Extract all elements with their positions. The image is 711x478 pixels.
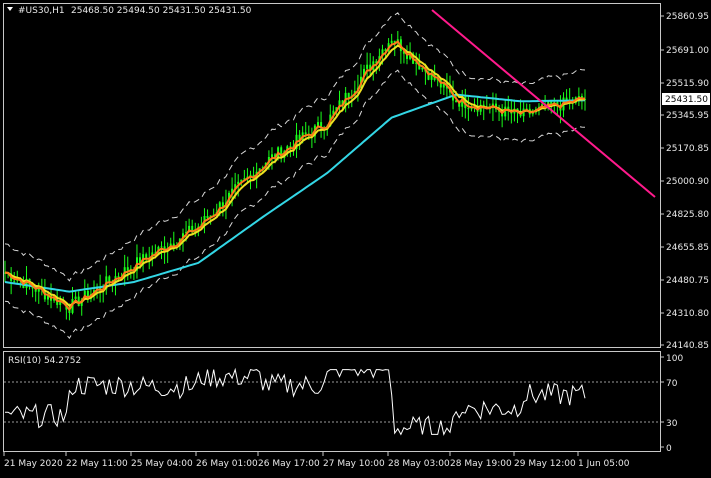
fast-ma-line [4, 40, 586, 312]
candle-body [160, 246, 163, 248]
envelope-bands [4, 12, 586, 340]
svg-text:26 May 17:00: 26 May 17:00 [258, 459, 320, 469]
svg-text:24825.80: 24825.80 [666, 210, 709, 220]
candle-body [74, 296, 77, 299]
svg-text:24655.85: 24655.85 [666, 243, 709, 253]
main-plot-frame [3, 3, 661, 348]
candle-body [470, 108, 473, 110]
candle-body [390, 40, 393, 44]
svg-text:29 May 12:00: 29 May 12:00 [514, 459, 576, 469]
rsi-label: RSI(10) 54.2752 [8, 356, 81, 366]
price-tick: 25860.95 [660, 12, 709, 22]
chart-window[interactable]: #US30,H1 25468.50 25494.50 25431.50 2543… [0, 0, 711, 474]
time-tick: 28 May 19:00 [449, 452, 512, 469]
candle-body [117, 276, 120, 278]
rsi-line [4, 367, 586, 436]
svg-text:26 May 01:00: 26 May 01:00 [196, 459, 258, 469]
candle-body [317, 122, 319, 126]
rsi-tick: 70 [660, 379, 678, 389]
candle-body [304, 132, 307, 135]
time-tick: 26 May 01:00 [195, 452, 258, 469]
price-tick: 24140.85 [660, 341, 709, 351]
svg-text:24480.75: 24480.75 [666, 276, 709, 286]
price-tick: 24655.85 [660, 243, 709, 253]
candle-body [145, 254, 148, 258]
moving-averages [4, 40, 586, 312]
candle-body [126, 267, 129, 271]
current-price-marker: 25431.50 [662, 93, 710, 105]
svg-text:1 Jun 05:00: 1 Jun 05:00 [578, 459, 630, 469]
svg-text:28 May 19:00: 28 May 19:00 [450, 459, 512, 469]
price-tick: 24825.80 [660, 210, 709, 220]
svg-text:25691.00: 25691.00 [666, 46, 709, 56]
slow-ma-line [4, 93, 586, 293]
time-tick: 27 May 10:00 [322, 452, 385, 469]
candle-body [108, 276, 111, 282]
candle-body [271, 154, 273, 157]
ohlc-values: 25468.50 25494.50 25431.50 25431.50 [71, 6, 252, 16]
svg-text:27 May 10:00: 27 May 10:00 [323, 459, 385, 469]
svg-text:24310.80: 24310.80 [666, 309, 709, 319]
price-axis: 25860.95 25691.00 25515.90 25345.95 2517… [660, 12, 709, 351]
price-tick: 24480.75 [660, 276, 709, 286]
svg-text:100: 100 [666, 354, 683, 364]
time-tick: 25 May 04:00 [130, 452, 193, 469]
svg-text:21 May 2020: 21 May 2020 [4, 459, 63, 469]
price-tick: 25345.95 [660, 111, 709, 121]
price-chart[interactable]: #US30,H1 25468.50 25494.50 25431.50 2543… [0, 0, 711, 474]
candle-body [206, 216, 209, 219]
rsi-axis: 100 70 30 0 [660, 354, 683, 454]
price-tick: 25170.85 [660, 144, 709, 154]
svg-text:25345.95: 25345.95 [666, 111, 709, 121]
time-tick: 29 May 12:00 [513, 452, 576, 469]
time-tick: 1 Jun 05:00 [577, 452, 630, 469]
candle-body [467, 108, 470, 110]
svg-text:22 May 11:00: 22 May 11:00 [66, 459, 128, 469]
lower-band [4, 69, 586, 340]
candlesticks [4, 31, 586, 321]
price-tick: 24310.80 [660, 309, 709, 319]
svg-text:0: 0 [666, 444, 672, 454]
svg-text:25860.95: 25860.95 [666, 12, 709, 22]
svg-text:25000.90: 25000.90 [666, 177, 709, 187]
rsi-tick: 30 [660, 419, 678, 429]
svg-text:25431.50: 25431.50 [665, 95, 708, 105]
svg-text:24140.85: 24140.85 [666, 341, 709, 351]
svg-text:28 May 03:00: 28 May 03:00 [388, 459, 450, 469]
price-tick: 25515.90 [660, 79, 709, 89]
time-tick: 22 May 11:00 [65, 452, 128, 469]
svg-text:25170.85: 25170.85 [666, 144, 709, 154]
svg-text:30: 30 [666, 419, 678, 429]
symbol-label: #US30,H1 [18, 6, 65, 16]
time-tick: 26 May 17:00 [257, 452, 320, 469]
rsi-tick: 100 [660, 354, 683, 364]
time-axis: 21 May 2020 22 May 11:00 25 May 04:00 26… [3, 452, 630, 469]
price-tick: 25691.00 [660, 46, 709, 56]
candle-body [13, 280, 16, 282]
svg-text:70: 70 [666, 379, 678, 389]
svg-text:25515.90: 25515.90 [666, 79, 709, 89]
time-tick: 21 May 2020 [3, 452, 63, 469]
rsi-tick: 0 [660, 444, 672, 454]
candle-body [366, 64, 369, 69]
rsi-plot-frame [3, 351, 661, 452]
time-tick: 28 May 03:00 [387, 452, 450, 469]
symbol-dropdown-icon[interactable] [7, 7, 13, 11]
svg-text:25 May 04:00: 25 May 04:00 [131, 459, 193, 469]
price-tick: 25000.90 [660, 177, 709, 187]
